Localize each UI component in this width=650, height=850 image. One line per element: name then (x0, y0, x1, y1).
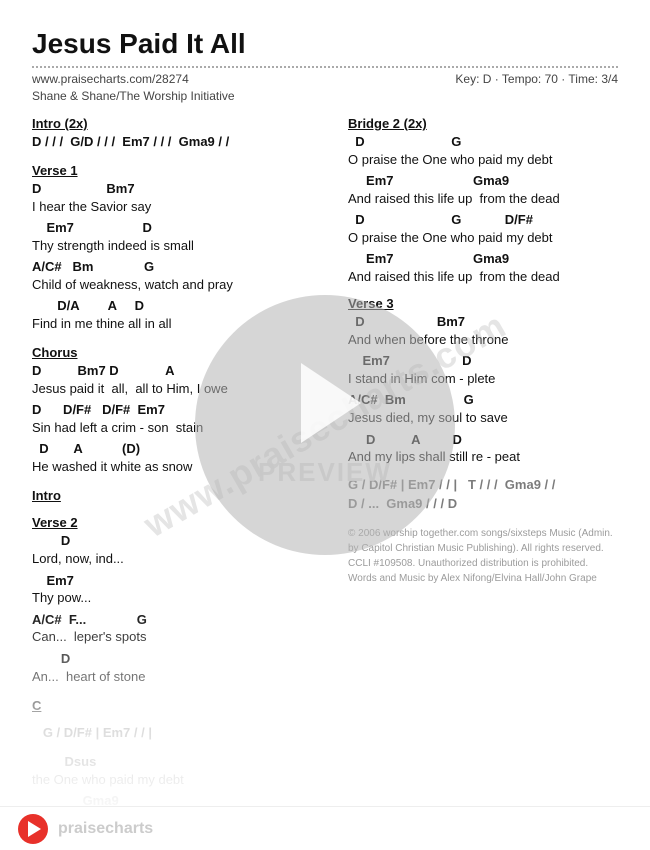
section-verse1: Verse 1 D Bm7 I hear the Savior say Em7 … (32, 163, 332, 333)
verse1-title: Verse 1 (32, 163, 332, 178)
right-column: Bridge 2 (2x) D G O praise the One who p… (348, 116, 618, 850)
play-button[interactable] (18, 814, 48, 844)
section-verse2: Verse 2 D Lord, now, ind... Em7 Thy pow.… (32, 515, 332, 685)
v1-pair1: D Bm7 I hear the Savior say (32, 181, 332, 216)
chorus-partial-title: C (32, 698, 332, 713)
section-verse3: Verse 3 D Bm7 And when before the throne… (348, 296, 618, 466)
intro2-title: Intro (32, 488, 332, 503)
v2-pair1: D Lord, now, ind... (32, 533, 332, 568)
section-chorus: Chorus D Bm7 D A Jesus paid it all, all … (32, 345, 332, 476)
v3-pair2: Em7 D I stand in Him com - plete (348, 353, 618, 388)
section-chorus-partial: C (32, 698, 332, 713)
ch-pair3: D A (D) He washed it white as snow (32, 441, 332, 476)
section-right-partial: G / D/F# | Em7 / / | T / / / Gma9 / / D … (348, 477, 618, 513)
content-area: Intro (2x) D / / / G/D / / / Em7 / / / G… (32, 116, 618, 850)
v1-pair3: A/C# Bm G Child of weakness, watch and p… (32, 259, 332, 294)
b2-pair3: D G D/F# O praise the One who paid my de… (348, 212, 618, 247)
author: Shane & Shane/The Worship Initiative (32, 89, 235, 103)
v2-pair3: A/C# F... G Can... leper's spots (32, 612, 332, 647)
v1-pair2: Em7 D Thy strength indeed is small (32, 220, 332, 255)
key-value: D (483, 72, 492, 86)
v3-pair3: A/C# Bm G Jesus died, my soul to save (348, 392, 618, 427)
v1-pair4: D/A A D Find in me thine all in all (32, 298, 332, 333)
intro-chords: D / / / G/D / / / Em7 / / / Gma9 / / (32, 134, 332, 151)
intro-title: Intro (2x) (32, 116, 332, 131)
section-bridge2: Bridge 2 (2x) D G O praise the One who p… (348, 116, 618, 286)
v2-pair2: Em7 Thy pow... (32, 573, 332, 608)
b2-pair2: Em7 Gma9 And raised this life up from th… (348, 173, 618, 208)
dot-sep1: · Tempo: (495, 72, 545, 86)
bb-pair1: Dsus the One who paid my debt (32, 754, 332, 789)
tempo-value: 70 (545, 72, 558, 86)
song-title: Jesus Paid It All (32, 28, 618, 60)
b2-pair4: Em7 Gma9 And raised this life up from th… (348, 251, 618, 286)
bottom-bar: praisecharts (0, 806, 650, 850)
verse2-title: Verse 2 (32, 515, 332, 530)
url: www.praisecharts.com/28274 (32, 72, 235, 86)
key-tempo-time: Key: D · Tempo: 70 · Time: 3/4 (455, 72, 618, 86)
page: Jesus Paid It All www.praisecharts.com/2… (0, 0, 650, 850)
divider (32, 66, 618, 68)
chorus-title: Chorus (32, 345, 332, 360)
copyright: © 2006 worship together.com songs/sixste… (348, 526, 618, 586)
b2-pair1: D G O praise the One who paid my debt (348, 134, 618, 169)
key-label: Key: (455, 72, 482, 86)
verse3-title: Verse 3 (348, 296, 618, 311)
section-faded-chords: G / D/F# | Em7 / / | (32, 725, 332, 742)
praisecharts-logo: praisecharts (58, 820, 153, 838)
play-triangle-icon (28, 821, 41, 837)
left-column: Intro (2x) D / / / G/D / / / Em7 / / / G… (32, 116, 332, 850)
time-value: 3/4 (601, 72, 618, 86)
ch-pair2: D D/F# D/F# Em7 Sin had left a crim - so… (32, 402, 332, 437)
v3-pair4: D A D And my lips shall still re - peat (348, 432, 618, 467)
v2-pair4: D An... heart of stone (32, 651, 332, 686)
bridge2-title: Bridge 2 (2x) (348, 116, 618, 131)
section-intro2: Intro (32, 488, 332, 503)
ch-pair1: D Bm7 D A Jesus paid it all, all to Him,… (32, 363, 332, 398)
dot-sep2: · Time: (561, 72, 601, 86)
section-intro: Intro (2x) D / / / G/D / / / Em7 / / / G… (32, 116, 332, 151)
v3-pair1: D Bm7 And when before the throne (348, 314, 618, 349)
